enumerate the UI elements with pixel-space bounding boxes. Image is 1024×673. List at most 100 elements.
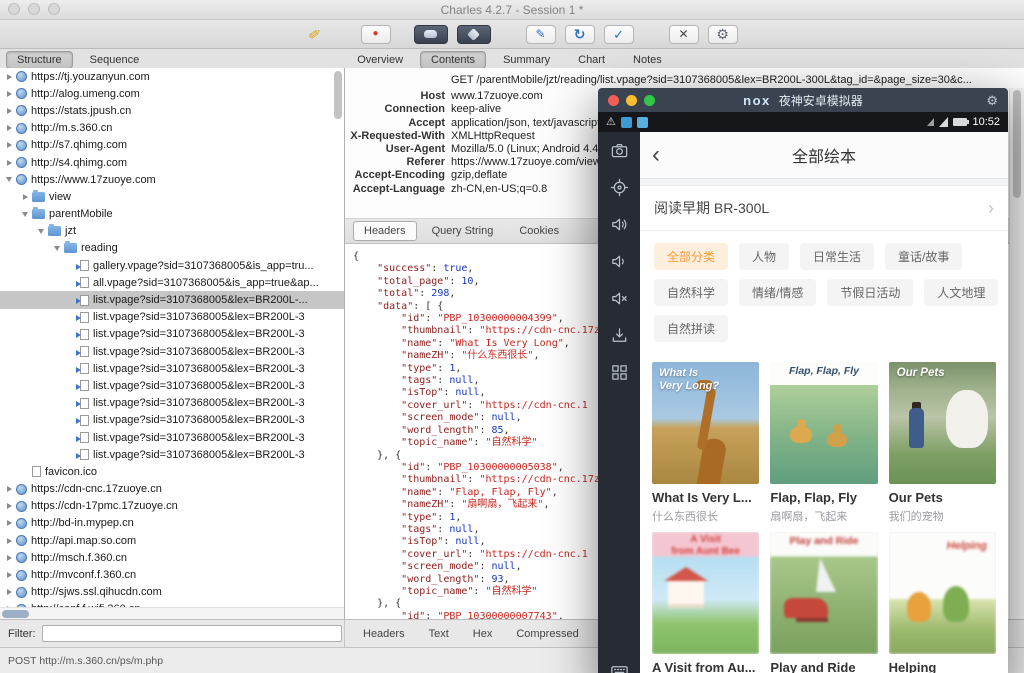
tree-item[interactable]: http://s7.qhimg.com bbox=[0, 137, 344, 154]
tree-item[interactable]: view bbox=[0, 188, 344, 205]
tab-structure[interactable]: Structure bbox=[6, 50, 73, 69]
tab-contents[interactable]: Contents bbox=[420, 50, 487, 69]
disclosure-arrow[interactable] bbox=[4, 108, 14, 114]
keyboard-icon[interactable] bbox=[609, 660, 629, 673]
zoom-button[interactable] bbox=[48, 3, 60, 15]
breakpoints-button[interactable] bbox=[456, 24, 491, 44]
category-chip[interactable]: 人文地理 bbox=[924, 279, 999, 306]
tree-item[interactable]: http://bd-in.mypep.cn bbox=[0, 515, 344, 532]
disclosure-arrow[interactable] bbox=[36, 229, 46, 234]
tree-item[interactable]: https://tj.youzanyun.com bbox=[0, 68, 344, 85]
mute-icon[interactable] bbox=[609, 288, 629, 308]
book-card[interactable]: Our Pets Our Pets 我们的宠物 bbox=[888, 362, 996, 522]
repeat-button[interactable]: ↻ bbox=[564, 24, 595, 44]
tree-item[interactable]: list.vpage?sid=3107368005&lex=BR200L-3 bbox=[0, 395, 344, 412]
camera-icon[interactable] bbox=[609, 140, 629, 160]
disclosure-arrow[interactable] bbox=[4, 503, 14, 509]
category-chip[interactable]: 人物 bbox=[739, 243, 790, 270]
disclosure-arrow[interactable] bbox=[4, 160, 14, 166]
tab-compressed[interactable]: Compressed bbox=[506, 625, 588, 643]
tree-item[interactable]: reading bbox=[0, 240, 344, 257]
tree-item[interactable]: http://s4.qhimg.com bbox=[0, 154, 344, 171]
tab-query-string[interactable]: Query String bbox=[421, 221, 505, 241]
tab-hex[interactable]: Hex bbox=[463, 625, 503, 643]
disclosure-arrow[interactable] bbox=[4, 572, 14, 578]
category-chip[interactable]: 自然科学 bbox=[654, 279, 729, 306]
location-icon[interactable] bbox=[609, 177, 629, 197]
filter-input[interactable] bbox=[41, 625, 342, 642]
tree-item[interactable]: http://msch.f.360.cn bbox=[0, 549, 344, 566]
book-cover[interactable]: Flap, Flap, Fly bbox=[770, 362, 878, 484]
tab-cookies[interactable]: Cookies bbox=[508, 221, 570, 241]
volume-down-icon[interactable] bbox=[609, 251, 629, 271]
category-chip[interactable]: 节假日活动 bbox=[827, 279, 914, 306]
book-cover[interactable]: A Visit from Aunt Bee bbox=[652, 532, 760, 654]
tree-item[interactable]: http://sjws.ssl.qihucdn.com bbox=[0, 584, 344, 601]
tab-summary[interactable]: Summary bbox=[492, 51, 561, 69]
tab-headers[interactable]: Headers bbox=[353, 221, 417, 241]
minimize-button[interactable] bbox=[28, 3, 40, 15]
disclosure-arrow[interactable] bbox=[4, 520, 14, 526]
hscrollbar-thumb[interactable] bbox=[2, 610, 29, 618]
tab-chart[interactable]: Chart bbox=[567, 51, 616, 69]
tree-vscrollbar-thumb[interactable] bbox=[334, 71, 342, 119]
tree-item[interactable]: list.vpage?sid=3107368005&lex=BR200L-3 bbox=[0, 412, 344, 429]
virtual-key-icon[interactable] bbox=[609, 362, 629, 382]
disclosure-arrow[interactable] bbox=[4, 91, 14, 97]
disclosure-arrow[interactable] bbox=[4, 555, 14, 561]
tab-text[interactable]: Text bbox=[419, 625, 459, 643]
throttle-button[interactable] bbox=[413, 24, 448, 44]
disclosure-arrow[interactable] bbox=[4, 74, 14, 80]
tree-item[interactable]: list.vpage?sid=3107368005&lex=BR200L-3 bbox=[0, 326, 344, 343]
book-card[interactable]: What Is Very Long? What Is Very L... 什么东西很… bbox=[652, 362, 760, 522]
tab-notes[interactable]: Notes bbox=[622, 51, 673, 69]
book-card[interactable]: A Visit from Aunt Bee A Visit from Au... bbox=[652, 532, 760, 673]
tree-item[interactable]: jzt bbox=[0, 223, 344, 240]
category-chip[interactable]: 自然拼读 bbox=[654, 315, 729, 342]
tree-item[interactable]: list.vpage?sid=3107368005&lex=BR200L-3 bbox=[0, 360, 344, 377]
category-chip[interactable]: 情绪/情感 bbox=[739, 279, 817, 306]
tree-item[interactable]: http://alog.umeng.com bbox=[0, 85, 344, 102]
validate-button[interactable]: ✓ bbox=[603, 24, 634, 44]
book-card[interactable]: Play and Ride Play and Ride bbox=[770, 532, 878, 673]
disclosure-arrow[interactable] bbox=[20, 212, 30, 217]
tree-item[interactable]: favicon.ico bbox=[0, 463, 344, 480]
tree-item[interactable]: http://mvconf.f.360.cn bbox=[0, 566, 344, 583]
level-selector[interactable]: 阅读早期 BR-300L bbox=[640, 185, 1008, 231]
tree-item[interactable]: http://api.map.so.com bbox=[0, 532, 344, 549]
emulator-titlebar[interactable]: nox 夜神安卓模拟器 ⚙ bbox=[598, 88, 1008, 112]
tree-item[interactable]: list.vpage?sid=3107368005&lex=BR200L-3 bbox=[0, 377, 344, 394]
tree-item[interactable]: gallery.vpage?sid=3107368005&is_app=tru.… bbox=[0, 257, 344, 274]
category-chip[interactable]: 全部分类 bbox=[654, 243, 729, 270]
tab-sequence[interactable]: Sequence bbox=[79, 51, 151, 69]
disclosure-arrow[interactable] bbox=[4, 177, 14, 182]
disclosure-arrow[interactable] bbox=[4, 589, 14, 595]
response-vscrollbar[interactable] bbox=[1009, 88, 1024, 620]
gear-icon[interactable]: ⚙ bbox=[986, 94, 998, 107]
disclosure-arrow[interactable] bbox=[52, 246, 62, 251]
tree-item[interactable]: list.vpage?sid=3107368005&lex=BR200L-3 bbox=[0, 429, 344, 446]
disclosure-arrow[interactable] bbox=[4, 125, 14, 131]
tree-item[interactable]: https://cdn-17pmc.17zuoye.cn bbox=[0, 498, 344, 515]
tree-item[interactable]: list.vpage?sid=3107368005&lex=BR200L-3 bbox=[0, 446, 344, 463]
tree-item[interactable]: https://cdn-cnc.17zuoye.cn bbox=[0, 481, 344, 498]
tree-item[interactable]: parentMobile bbox=[0, 206, 344, 223]
disclosure-arrow[interactable] bbox=[4, 486, 14, 492]
book-cover[interactable]: What Is Very Long? bbox=[652, 362, 760, 484]
disclosure-arrow[interactable] bbox=[20, 194, 30, 200]
book-card[interactable]: Helping Helping bbox=[888, 532, 996, 673]
tab-headers[interactable]: Headers bbox=[353, 625, 415, 643]
disclosure-arrow[interactable] bbox=[4, 538, 14, 544]
tree-item[interactable]: list.vpage?sid=3107368005&lex=BR200L-3 bbox=[0, 309, 344, 326]
disclosure-arrow[interactable] bbox=[4, 142, 14, 148]
volume-up-icon[interactable] bbox=[609, 214, 629, 234]
broom-button[interactable]: ✏ bbox=[303, 23, 328, 44]
book-card[interactable]: Flap, Flap, Fly Flap, Flap, Fly 扇啊扇，飞起来 bbox=[770, 362, 878, 522]
tools-button[interactable]: ✕ bbox=[668, 24, 699, 44]
tab-overview[interactable]: Overview bbox=[346, 51, 414, 69]
tree-item[interactable]: http://m.s.360.cn bbox=[0, 120, 344, 137]
tree-item[interactable]: list.vpage?sid=3107368005&lex=BR200L-... bbox=[0, 291, 344, 309]
back-icon[interactable] bbox=[652, 145, 660, 165]
book-cover[interactable]: Helping bbox=[888, 532, 996, 654]
tree-item[interactable]: list.vpage?sid=3107368005&lex=BR200L-3 bbox=[0, 343, 344, 360]
